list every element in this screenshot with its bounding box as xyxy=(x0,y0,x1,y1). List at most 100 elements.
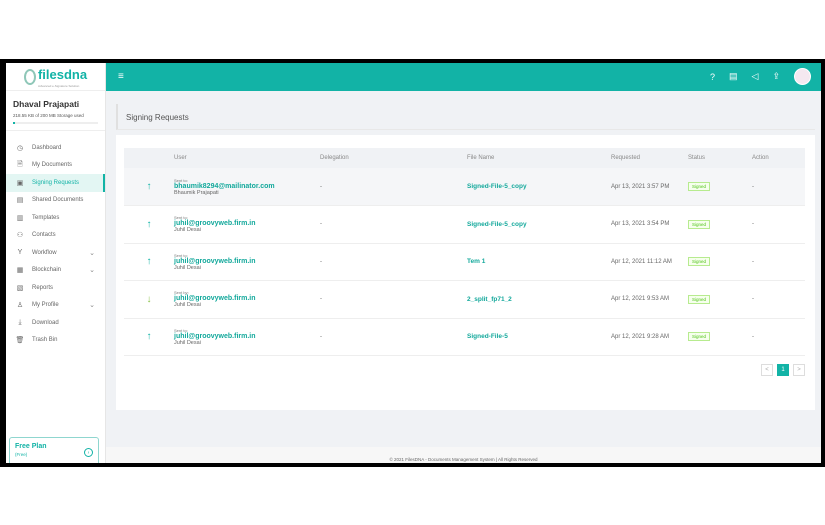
status-badge: Signed xyxy=(688,182,711,191)
file-name-link[interactable]: Signed-File-5_copy xyxy=(467,168,611,206)
requested-date: Apr 13, 2021 3:57 PM xyxy=(611,168,688,206)
column-header: Delegation xyxy=(320,148,467,168)
announcement-icon[interactable]: ◁ xyxy=(752,71,759,82)
logo-icon xyxy=(23,68,36,85)
action: - xyxy=(752,168,805,206)
user-email[interactable]: bhaumik8294@mailinator.com xyxy=(174,183,320,190)
plan-card[interactable]: Free Plan (Free) › xyxy=(9,437,99,463)
nav-icon: ▤ xyxy=(16,197,24,205)
sidebar-item-label: Templates xyxy=(32,214,60,221)
arrow-up-icon: ↑ xyxy=(124,168,174,206)
status-badge: Signed xyxy=(688,294,711,304)
file-name-link[interactable]: Tem 1 xyxy=(467,243,611,281)
user-name: Dhaval Prajapati xyxy=(13,99,80,109)
user-email[interactable]: juhil@groovyweb.firm.in xyxy=(174,220,320,227)
sidebar-item-label: Reports xyxy=(32,284,54,291)
sidebar-item-label: Workflow xyxy=(32,249,57,256)
arrow-up-icon: ↑ xyxy=(124,318,174,356)
sidebar-item-dashboard[interactable]: ◷ Dashboard xyxy=(6,139,105,157)
status-badge: Signed xyxy=(688,219,711,229)
top-header: ≡ ? ▤ ◁ ⇪ xyxy=(106,63,821,91)
arrow-right-icon[interactable]: › xyxy=(84,448,93,457)
sidebar-item-label: Contacts xyxy=(32,232,56,239)
sidebar: filesdna Advanced e-Signature Solution Dh… xyxy=(6,63,106,463)
brand-tagline: Advanced e-Signature Solution xyxy=(37,83,80,88)
sidebar-item-signing-requests[interactable]: ▣ Signing Requests xyxy=(6,174,105,192)
table-row[interactable]: ↑ Sent to: juhil@groovyweb.firm.in Juhil D… xyxy=(124,318,805,356)
requested-date: Apr 12, 2021 11:12 AM xyxy=(611,243,688,281)
user-email[interactable]: juhil@groovyweb.firm.in xyxy=(174,333,320,340)
requests-card: User Delegation File Name Requested Status Ac… xyxy=(116,135,815,410)
user-name: Juhil Desai xyxy=(174,264,201,271)
file-name-link[interactable]: Signed-File-5_copy xyxy=(467,205,611,244)
arrow-up-icon: ↑ xyxy=(124,205,174,244)
sidebar-item-workflow[interactable]: Y Workflow ⌄ xyxy=(6,244,105,262)
plan-sub: (Free) xyxy=(15,452,28,457)
logo[interactable]: filesdna Advanced e-Signature Solution xyxy=(6,63,105,91)
user-info: Dhaval Prajapati 218.55 KB of 200 MB Sto… xyxy=(6,91,105,131)
file-name-link[interactable]: Signed-File-5 xyxy=(467,318,611,356)
action: - xyxy=(752,205,805,244)
user-email[interactable]: juhil@groovyweb.firm.in xyxy=(174,295,320,302)
document-icon[interactable]: ▤ xyxy=(729,71,738,82)
sidebar-item-templates[interactable]: ▥ Templates xyxy=(6,209,105,227)
sidebar-item-download[interactable]: ⤓ Download xyxy=(6,314,105,332)
user-name: Juhil Desai xyxy=(174,302,201,309)
next-page-button[interactable]: > xyxy=(793,364,805,376)
nav-icon: ♙ xyxy=(16,302,24,310)
user-name: Bhaumik Prajapati xyxy=(174,189,219,196)
prev-page-button[interactable]: < xyxy=(761,364,773,376)
user-name: Juhil Desai xyxy=(174,227,201,234)
sidebar-nav: ◷ Dashboard 🗎 My Documents ▣ Signing Requests… xyxy=(6,139,105,349)
sidebar-item-shared-documents[interactable]: ▤ Shared Documents xyxy=(6,192,105,210)
user-email[interactable]: juhil@groovyweb.firm.in xyxy=(174,258,320,265)
requested-date: Apr 12, 2021 9:53 AM xyxy=(611,280,688,319)
column-header xyxy=(124,148,174,168)
footer: © 2021 FilesDNA - Documents Management S… xyxy=(106,447,821,463)
avatar[interactable] xyxy=(794,68,811,85)
delegation: - xyxy=(320,205,467,244)
delegation: - xyxy=(320,280,467,319)
requested-date: Apr 12, 2021 9:28 AM xyxy=(611,318,688,356)
sidebar-item-my-documents[interactable]: 🗎 My Documents xyxy=(6,157,105,175)
sidebar-item-contacts[interactable]: ⚇ Contacts xyxy=(6,227,105,245)
app: filesdna Advanced e-Signature Solution Dh… xyxy=(6,63,821,463)
sidebar-item-reports[interactable]: ▧ Reports xyxy=(6,279,105,297)
page-1-button[interactable]: 1 xyxy=(777,364,789,376)
action: - xyxy=(752,280,805,319)
requests-table: User Delegation File Name Requested Status Ac… xyxy=(124,148,805,356)
menu-icon[interactable]: ≡ xyxy=(118,71,124,82)
page-title: Signing Requests xyxy=(116,104,815,130)
file-name-link[interactable]: 2_split_fp71_2 xyxy=(467,280,611,319)
storage-text: 218.55 KB of 200 MB Storage used xyxy=(13,113,84,118)
requested-date: Apr 13, 2021 3:54 PM xyxy=(611,205,688,244)
help-icon[interactable]: ? xyxy=(710,72,715,82)
nav-icon: 🗎 xyxy=(17,160,23,168)
chevron-down-icon: ⌄ xyxy=(89,302,95,310)
nav-icon: ◷ xyxy=(16,144,24,152)
table-row[interactable]: ↑ Sent to: juhil@groovyweb.firm.in Juhil D… xyxy=(124,243,805,281)
sidebar-item-my-profile[interactable]: ♙ My Profile ⌄ xyxy=(6,297,105,315)
status-badge: Signed xyxy=(688,332,711,342)
sidebar-item-blockchain[interactable]: ▦ Blockchain ⌄ xyxy=(6,262,105,280)
column-header: Status xyxy=(688,148,752,168)
nav-icon: ⚇ xyxy=(16,232,24,240)
status-badge: Signed xyxy=(688,257,711,267)
nav-icon: ▣ xyxy=(16,179,24,187)
sidebar-item-label: My Profile xyxy=(32,302,59,309)
arrow-down-icon: ↓ xyxy=(124,280,174,319)
column-header: File Name xyxy=(467,148,611,168)
table-row[interactable]: ↑ Sent to: juhil@groovyweb.firm.in Juhil D… xyxy=(124,205,805,244)
sidebar-item-label: Dashboard xyxy=(32,144,62,151)
sidebar-item-label: Blockchain xyxy=(32,267,62,274)
sidebar-item-trash-bin[interactable]: 🗑 Trash Bin xyxy=(6,332,105,350)
delegation: - xyxy=(320,318,467,356)
upload-icon[interactable]: ⇪ xyxy=(772,71,780,82)
table-row[interactable]: ↓ Sent by: juhil@groovyweb.firm.in Juhil D… xyxy=(124,280,805,319)
sidebar-item-label: My Documents xyxy=(32,162,73,169)
nav-icon: Y xyxy=(17,249,23,257)
column-header: Requested xyxy=(611,148,688,168)
table-row[interactable]: ↑ Sent to: bhaumik8294@mailinator.com Bhau… xyxy=(124,168,805,206)
user-name: Juhil Desai xyxy=(174,339,201,346)
sidebar-item-label: Shared Documents xyxy=(32,197,84,204)
